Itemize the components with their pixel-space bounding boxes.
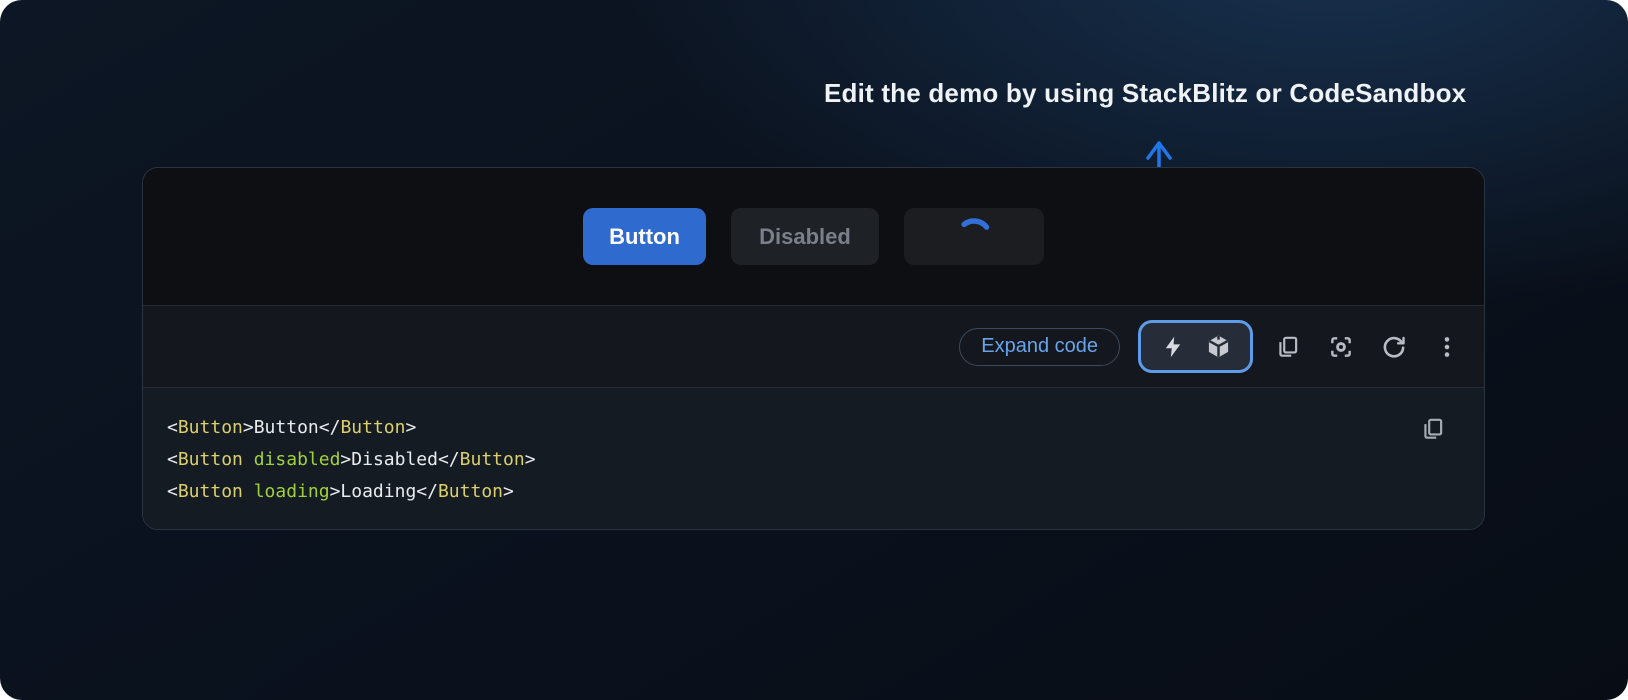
stackblitz-button[interactable] — [1160, 334, 1186, 360]
page-background: Edit the demo by using StackBlitz or Cod… — [0, 0, 1628, 700]
refresh-icon — [1381, 334, 1407, 360]
code-toolbar: Expand code — [143, 306, 1484, 388]
copy-icon — [1275, 334, 1301, 360]
codesandbox-button[interactable] — [1206, 334, 1232, 360]
code-area: <Button>Button</Button><Button disabled>… — [143, 388, 1484, 529]
refresh-button[interactable] — [1381, 334, 1407, 360]
focus-icon — [1328, 334, 1354, 360]
expand-code-button[interactable]: Expand code — [959, 328, 1120, 366]
more-icon — [1434, 334, 1460, 360]
copy-code-snippet-button[interactable] — [1420, 416, 1446, 442]
copy-code-button[interactable] — [1275, 334, 1301, 360]
disabled-button[interactable]: Disabled — [731, 208, 879, 265]
copy-icon — [1420, 416, 1446, 442]
stackblitz-icon — [1161, 335, 1185, 359]
primary-button[interactable]: Button — [583, 208, 706, 265]
more-button[interactable] — [1434, 334, 1460, 360]
focus-button[interactable] — [1328, 334, 1354, 360]
code-block: <Button>Button</Button><Button disabled>… — [167, 412, 1460, 508]
demo-card: Button Disabled Expand code — [142, 167, 1485, 530]
editor-buttons-group — [1138, 320, 1253, 373]
loading-button[interactable] — [904, 208, 1044, 265]
annotation-text: Edit the demo by using StackBlitz or Cod… — [824, 78, 1466, 109]
toolbar-icon-row — [1275, 334, 1460, 360]
loading-spinner-icon — [954, 217, 994, 257]
demo-preview: Button Disabled — [143, 168, 1484, 306]
codesandbox-icon — [1206, 334, 1231, 359]
